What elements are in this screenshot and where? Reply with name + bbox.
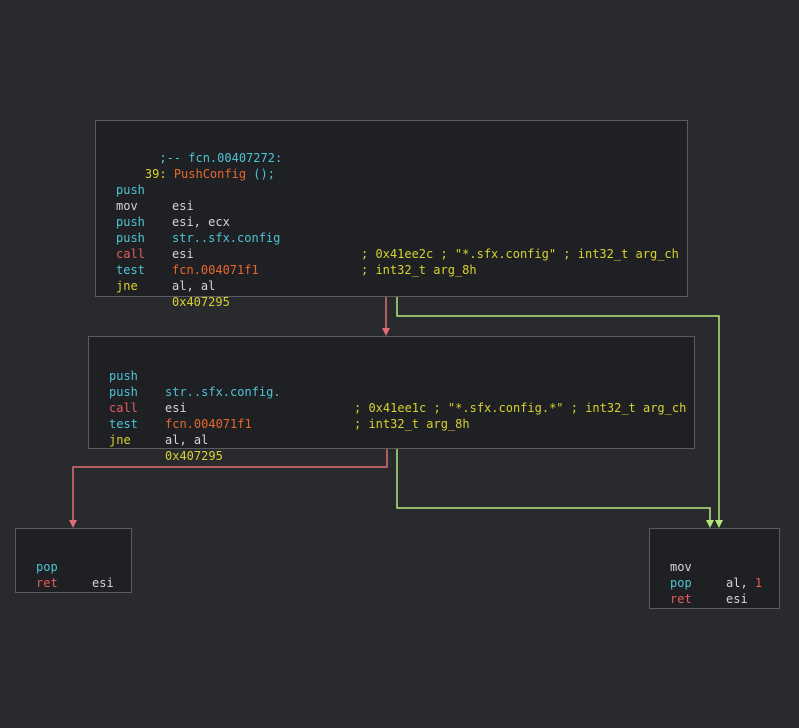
asm-line: push esi ; int32_t arg_8h — [109, 368, 694, 431]
code-block-4[interactable]: mov al, 1 pop esi ret — [649, 528, 780, 609]
edge-b2-to-b4 — [396, 449, 711, 522]
asm-line: call fcn.004071f1 — [109, 384, 694, 431]
operands: al, al — [165, 433, 209, 447]
block-label: ;-- fcn.00407272: — [144, 151, 283, 165]
edge-b1-to-b4-arrow — [715, 520, 723, 528]
code-block-fcn-00407272[interactable]: ;-- fcn.00407272: 39: PushConfig (); pus… — [95, 120, 688, 309]
edge-b1-to-b2-arrow — [382, 328, 390, 336]
jump-target[interactable]: 0x407295 — [165, 448, 223, 464]
asm-line: push str..sfx.config ; 0x41ee2c ; "*.sfx… — [116, 198, 687, 261]
asm-line: call fcn.004071f1 — [116, 230, 687, 277]
mnemonic: jne — [116, 279, 138, 293]
code-block-3[interactable]: pop esi ret — [15, 528, 132, 593]
asm-line: jne 0x407295 — [116, 262, 687, 309]
code-block-2[interactable]: push str..sfx.config. ; 0x41ee1c ; "*.sf… — [88, 336, 695, 463]
jump-target[interactable]: 0x407295 — [172, 294, 230, 310]
asm-line: pop esi — [670, 559, 779, 606]
asm-line: test al, al — [116, 246, 687, 293]
asm-line: jne 0x407295 — [109, 416, 694, 463]
mnemonic: ret — [36, 576, 58, 590]
asm-line: test al, al — [109, 400, 694, 447]
operands: al, al — [172, 279, 216, 293]
asm-line: mov esi, ecx — [116, 182, 687, 229]
asm-line: ret — [36, 559, 131, 590]
asm-line: push str..sfx.config. ; 0x41ee1c ; "*.sf… — [109, 352, 694, 415]
asm-line: ret — [670, 575, 779, 606]
asm-line: push esi — [116, 166, 687, 213]
asm-line: push esi ; int32_t arg_8h — [116, 214, 687, 277]
edge-b2-to-b3-arrow — [69, 520, 77, 528]
asm-line: pop esi — [36, 543, 131, 590]
function-signature: 39: PushConfig (); — [144, 167, 275, 181]
asm-line: mov al, 1 — [670, 543, 779, 590]
mnemonic: ret — [670, 592, 692, 606]
operands: esi — [92, 576, 114, 590]
mnemonic: jne — [109, 433, 131, 447]
edge-b2-to-b4-arrow — [706, 520, 714, 528]
operands: esi — [726, 592, 748, 606]
